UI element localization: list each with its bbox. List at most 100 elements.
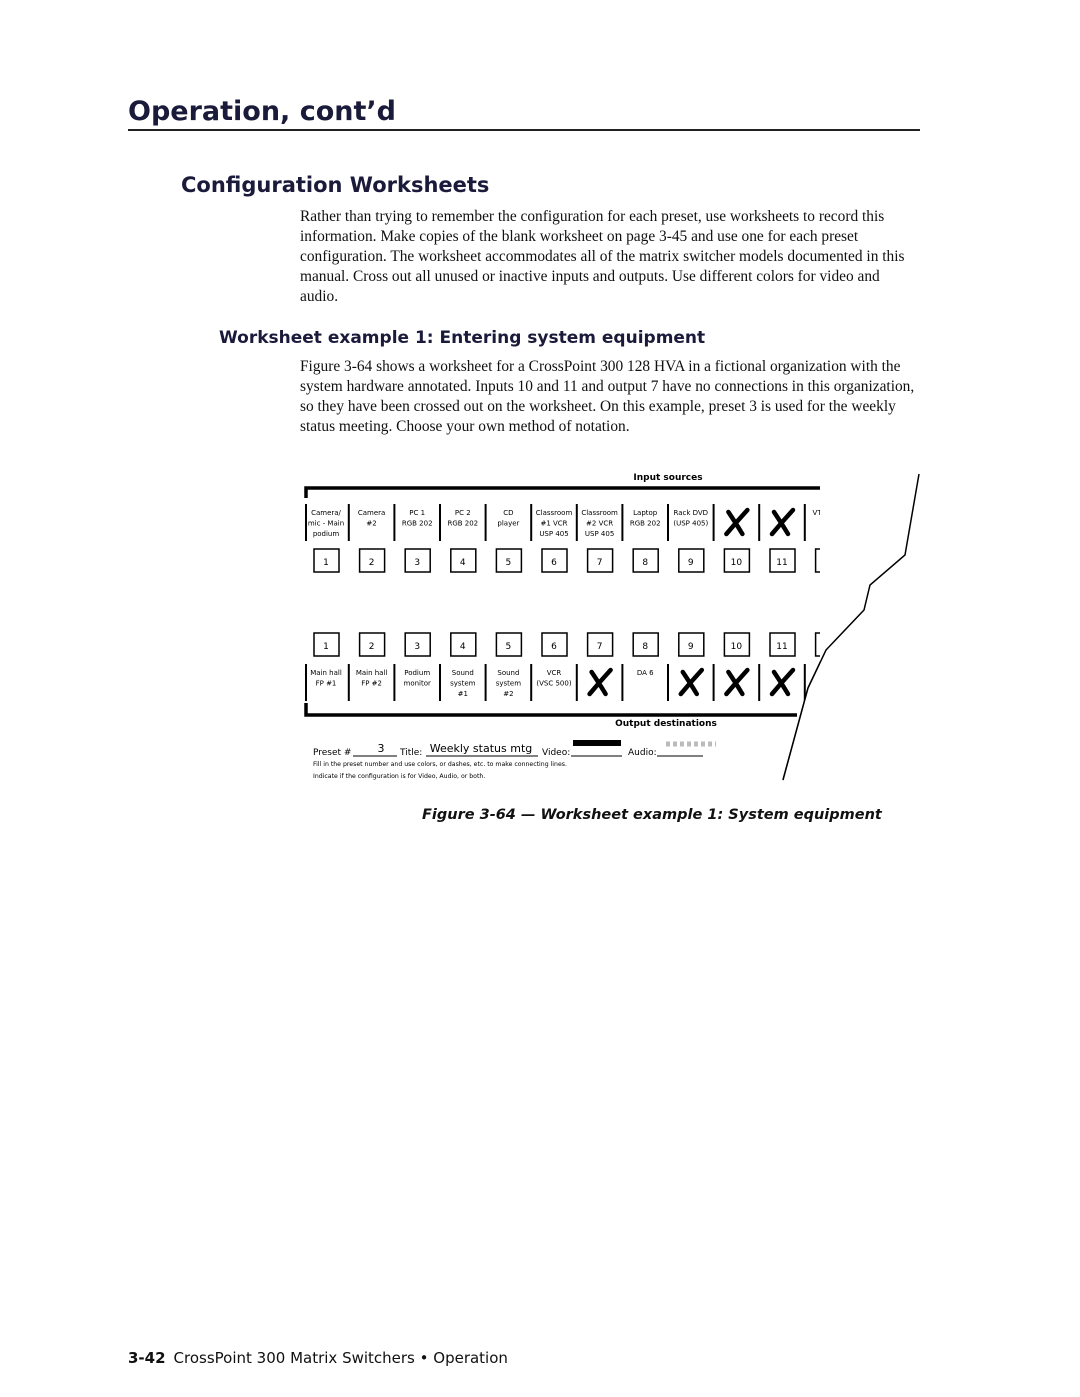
output-label: system [450,680,475,688]
worksheet-figure: Input sources Output destinations 1 Camer… [304,460,1080,800]
page-number: 3-42 [128,1349,166,1367]
input-label: mic - Main [308,520,344,528]
output-bracket [304,703,797,717]
output-label: Main hall [310,669,342,677]
input-label: (USP 405) [673,520,708,528]
input-5[interactable]: 5 CD player [495,504,533,573]
output-label: VCR [547,669,562,677]
outputs-title: Output destinations [615,719,717,729]
output-label: system [496,680,521,688]
input-8[interactable]: 8 Laptop RGB 202 [630,504,669,573]
output-11[interactable]: 11 [769,632,806,701]
output-8[interactable]: 8 DA 6 [632,632,669,701]
output-5[interactable]: 5 Sound system #2 [495,632,533,701]
input-label: USP 405 [585,530,614,538]
title-label: Title: [399,748,422,758]
cross-out-mark [724,667,750,697]
input-label: podium [313,530,340,538]
input-11[interactable]: 11 [769,504,806,573]
cross-out-mark [587,667,613,697]
page-footer: 3-42 CrossPoint 300 Matrix Switchers • Op… [128,1349,508,1367]
output-label: DA 6 [637,669,654,677]
output-label: Sound [452,669,474,677]
input-number: 10 [731,558,743,568]
output-7[interactable]: 7 [586,632,624,701]
video-line-sample [573,740,621,746]
output-label: #1 [458,690,468,698]
output-number: 1 [323,642,329,652]
inputs-title: Input sources [633,473,702,483]
output-9[interactable]: 9 [678,632,715,701]
input-10[interactable]: 10 [723,504,761,573]
output-label: monitor [404,680,432,688]
input-number: 9 [688,558,694,568]
output-label: FP #1 [316,680,337,688]
input-4[interactable]: 4 PC 2 RGB 202 [447,504,487,573]
input-number: 2 [369,558,375,568]
document-page: Operation, cont’d Configuration Workshee… [0,0,1080,1397]
input-label: RGB 202 [447,520,478,528]
input-6[interactable]: 6 Classroom #1 VCR USP 405 [536,504,578,573]
output-row: 1 Main hall FP #1 2 Main hall FP #2 3 Podium mon… [305,632,842,701]
output-number: 5 [506,642,512,652]
output-label: FP #2 [361,680,382,688]
output-number: 7 [597,642,603,652]
title-value: Weekly status mtg [430,742,533,755]
input-label: PC 2 [455,509,471,517]
note-1: Fill in the preset number and use colors… [313,761,567,768]
input-label: Rack DVD [674,509,709,517]
input-number: 8 [642,558,648,568]
output-number: 10 [731,642,743,652]
input-7[interactable]: 7 Classroom #2 VCR USP 405 [581,504,624,573]
input-label: player [497,520,519,528]
output-3[interactable]: 3 Podium monitor [404,632,441,701]
input-number: 4 [460,558,466,568]
video-label: Video: [542,748,570,758]
input-label: Camera/ [311,509,341,517]
footer-text: CrossPoint 300 Matrix Switchers • Operat… [173,1349,508,1367]
subsection-title: Worksheet example 1: Entering system equ… [219,328,706,348]
input-label: #1 VCR [540,520,567,528]
input-label: #2 VCR [586,520,613,528]
note-2: Indicate if the configuration is for Vid… [313,773,485,780]
output-10[interactable]: 10 [723,632,761,701]
output-1[interactable]: 1 Main hall FP #1 [310,632,350,701]
output-4[interactable]: 4 Sound system #1 [450,632,487,701]
input-number: 6 [551,558,557,568]
output-2[interactable]: 2 Main hall FP #2 [356,632,396,701]
input-label: #2 [366,520,376,528]
input-label: RGB 202 [630,520,661,528]
intro-paragraph: Rather than trying to remember the confi… [300,208,905,305]
figure-caption: Figure 3-64 — Worksheet example 1: Syste… [422,807,882,823]
input-number: 7 [597,558,603,568]
output-number: 11 [776,642,787,652]
cross-out-mark [769,667,796,697]
output-number: 2 [369,642,375,652]
input-label: Classroom [536,509,573,517]
section-title: Configuration Worksheets [181,173,490,197]
output-label: #2 [503,690,513,698]
preset-label: Preset # [313,748,351,758]
input-number: 3 [414,558,420,568]
input-9[interactable]: 9 Rack DVD (USP 405) [673,504,715,573]
input-2[interactable]: 2 Camera #2 [358,504,396,573]
output-label: Sound [497,669,519,677]
input-3[interactable]: 3 PC 1 RGB 202 [402,504,441,573]
output-number: 3 [414,642,420,652]
output-number: 9 [688,642,694,652]
subsection-paragraph: Figure 3-64 shows a worksheet for a Cros… [300,358,915,435]
input-label: Laptop [633,509,658,517]
input-1[interactable]: 1 Camera/mic - Main podium [308,504,350,573]
input-label: Classroom [581,509,618,517]
input-label: Camera [358,509,385,517]
input-label: USP 405 [539,530,568,538]
output-label: (VSC 500) [536,680,571,688]
input-label: RGB 202 [402,520,433,528]
input-number: 11 [776,558,787,568]
output-label: Main hall [356,669,388,677]
cross-out-mark [724,507,750,537]
output-label: Podium [404,669,430,677]
output-number: 4 [460,642,466,652]
header-rule [128,129,920,131]
output-6[interactable]: 6 VCR (VSC 500) [536,632,578,701]
